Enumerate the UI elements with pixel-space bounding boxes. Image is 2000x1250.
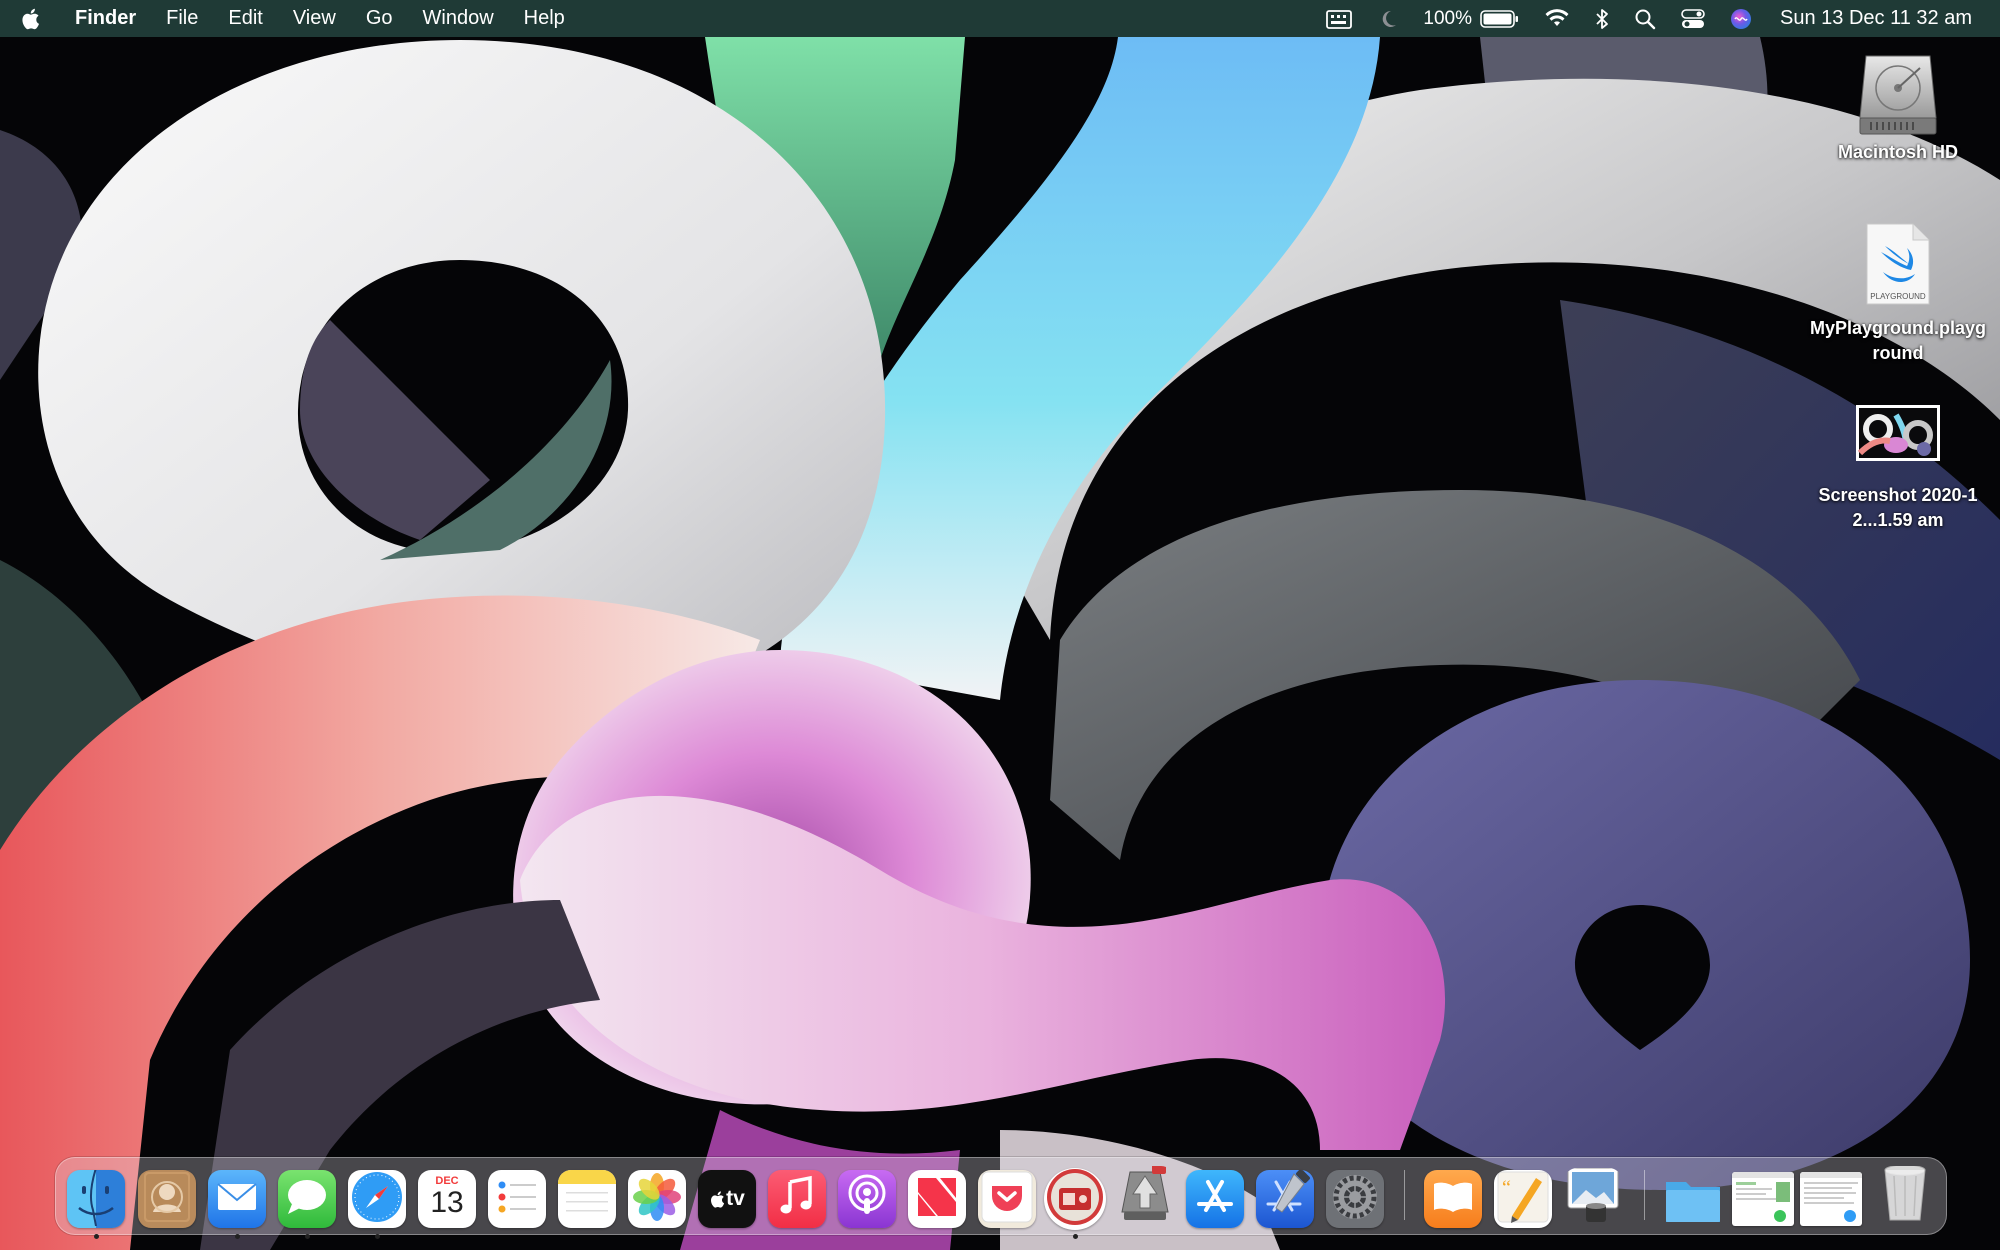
xcode-icon — [1256, 1170, 1314, 1228]
dock-tv[interactable]: tv — [698, 1170, 756, 1228]
pocket-icon — [978, 1170, 1036, 1228]
tv-label: tv — [726, 1187, 745, 1210]
messages-icon — [278, 1170, 336, 1228]
dock-finder[interactable] — [67, 1170, 125, 1228]
pages-icon: “ — [1494, 1170, 1552, 1228]
menu-window[interactable]: Window — [408, 0, 509, 37]
menu-help[interactable]: Help — [509, 0, 580, 37]
dock-news[interactable] — [908, 1170, 966, 1228]
transmit-icon — [1116, 1166, 1174, 1224]
control-center-icon[interactable] — [1668, 0, 1718, 37]
battery-icon[interactable] — [1476, 0, 1532, 37]
menu-clock[interactable]: Sun 13 Dec 11 32 am — [1764, 7, 1972, 30]
app-store-icon — [1186, 1170, 1244, 1228]
battery-percent[interactable]: 100% — [1411, 8, 1476, 30]
dock-contacts[interactable] — [138, 1170, 196, 1228]
music-icon — [768, 1170, 826, 1228]
desktop-icon-macintosh-hd[interactable]: Macintosh HD — [1808, 50, 1988, 165]
hard-drive-icon — [1856, 50, 1940, 140]
dock-separator — [1644, 1170, 1645, 1220]
swift-playground-icon: PLAYGROUND — [1863, 222, 1933, 308]
dock-radio[interactable] — [1044, 1168, 1106, 1230]
calendar-day: 13 — [430, 1186, 464, 1219]
apple-logo-icon[interactable] — [0, 0, 60, 37]
dock-books[interactable] — [1424, 1170, 1482, 1228]
radio-icon — [1044, 1168, 1106, 1230]
dock-calendar[interactable]: DEC 13 — [418, 1170, 476, 1228]
desktop-icon-screenshot[interactable]: Screenshot 2020-12...1.59 am — [1808, 405, 1988, 533]
dock-reminders[interactable] — [488, 1170, 546, 1228]
books-icon — [1424, 1170, 1482, 1228]
menu-file[interactable]: File — [151, 0, 213, 37]
dock-separator — [1404, 1170, 1405, 1220]
menu-bar: Finder File Edit View Go Window Help 100… — [0, 0, 2000, 37]
siri-icon[interactable] — [1718, 0, 1764, 37]
dock-app-store[interactable] — [1186, 1170, 1244, 1228]
dock-pocket[interactable] — [978, 1170, 1036, 1228]
dock-xcode[interactable] — [1256, 1170, 1314, 1228]
dock-music[interactable] — [768, 1170, 826, 1228]
window-thumbnail-icon — [1800, 1172, 1862, 1226]
moon-icon[interactable] — [1365, 0, 1411, 37]
dock-photos[interactable] — [628, 1170, 686, 1228]
menu-edit[interactable]: Edit — [213, 0, 277, 37]
preview-icon — [1564, 1168, 1622, 1226]
dock-pages[interactable]: “ — [1494, 1170, 1552, 1228]
dock-recent-window-2[interactable] — [1800, 1172, 1862, 1226]
dock-mail[interactable] — [208, 1170, 266, 1228]
dock-notes[interactable] — [558, 1170, 616, 1228]
desktop-wallpaper — [0, 0, 2000, 1250]
search-icon[interactable] — [1622, 0, 1668, 37]
finder-icon — [67, 1170, 125, 1228]
dock-trash[interactable] — [1876, 1166, 1934, 1224]
desktop-icon-myplayground[interactable]: PLAYGROUND MyPlayground.playground — [1808, 222, 1988, 366]
news-icon — [908, 1170, 966, 1228]
photos-icon — [628, 1170, 686, 1228]
trash-icon — [1876, 1166, 1934, 1224]
menu-view[interactable]: View — [278, 0, 351, 37]
mail-icon — [208, 1170, 266, 1228]
folder-icon — [1664, 1172, 1722, 1230]
dock-recent-window-1[interactable] — [1732, 1172, 1794, 1226]
keyboard-input-icon[interactable] — [1313, 0, 1365, 37]
menu-app-finder[interactable]: Finder — [60, 0, 151, 37]
desktop-icon-label: MyPlayground.playground — [1809, 318, 1987, 363]
running-indicator — [305, 1234, 310, 1239]
calendar-icon: DEC 13 — [430, 1170, 463, 1219]
desktop-icon-label: Macintosh HD — [1837, 142, 1958, 162]
wifi-icon[interactable] — [1532, 0, 1582, 37]
reminders-icon — [488, 1170, 546, 1228]
safari-icon — [348, 1170, 406, 1228]
dock-system-preferences[interactable] — [1326, 1170, 1384, 1228]
bluetooth-icon[interactable] — [1582, 0, 1622, 37]
dock-safari[interactable] — [348, 1170, 406, 1228]
dock-podcasts[interactable] — [838, 1170, 896, 1228]
desktop-icon-label: Screenshot 2020-12...1.59 am — [1818, 485, 1978, 530]
dock-messages[interactable] — [278, 1170, 336, 1228]
window-thumbnail-icon — [1732, 1172, 1794, 1226]
contacts-icon — [138, 1170, 196, 1228]
dock-downloads[interactable] — [1664, 1172, 1722, 1230]
running-indicator — [375, 1234, 380, 1239]
screenshot-thumbnail-icon — [1856, 405, 1940, 461]
dock-transmit[interactable] — [1116, 1166, 1174, 1224]
dock-preview[interactable] — [1564, 1168, 1622, 1226]
running-indicator — [1073, 1234, 1078, 1239]
playground-badge: PLAYGROUND — [1870, 292, 1926, 301]
system-preferences-icon — [1326, 1170, 1384, 1228]
svg-text:“: “ — [1502, 1177, 1511, 1199]
notes-icon — [558, 1170, 616, 1228]
running-indicator — [94, 1234, 99, 1239]
running-indicator — [235, 1234, 240, 1239]
menu-go[interactable]: Go — [351, 0, 408, 37]
podcasts-icon — [838, 1170, 896, 1228]
apple-tv-icon: tv — [709, 1187, 745, 1211]
